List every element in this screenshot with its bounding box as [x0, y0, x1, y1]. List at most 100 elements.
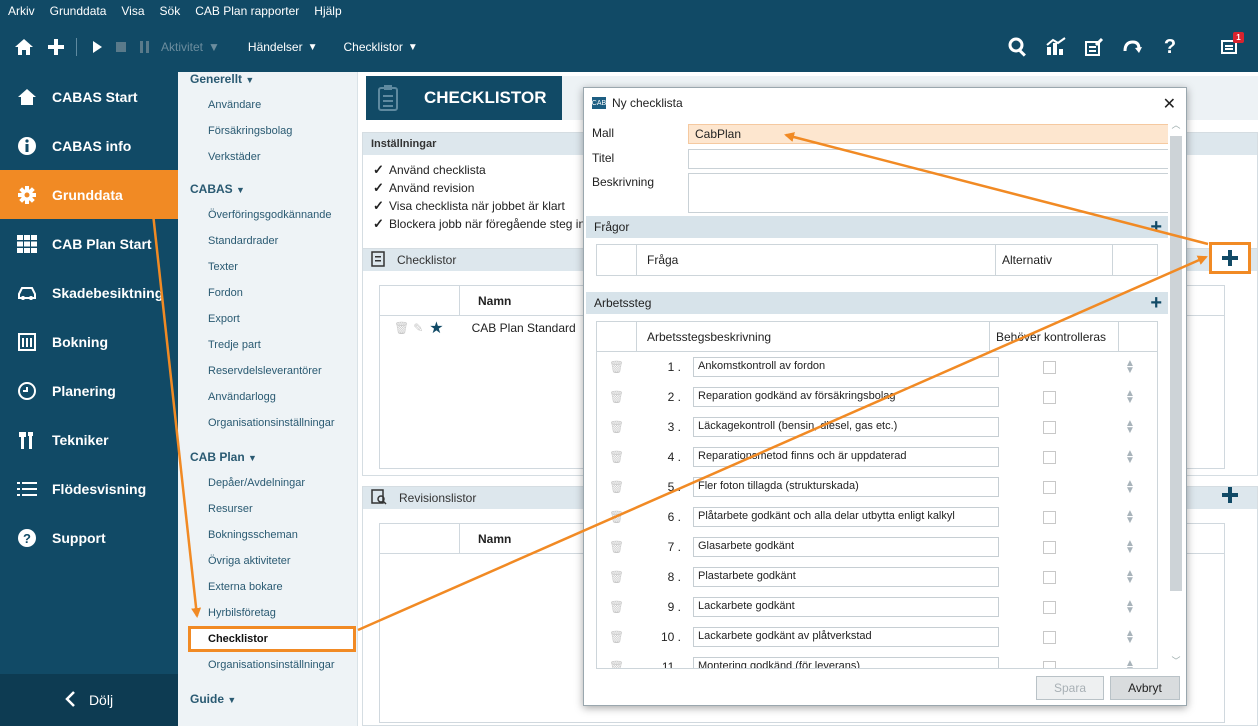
edit-document-icon[interactable]: [1082, 35, 1106, 59]
nav-item-cabas-info[interactable]: CABAS info: [0, 121, 178, 170]
column-header-namn[interactable]: Namn: [478, 294, 511, 308]
nav-item-flodesvisning[interactable]: Flödesvisning: [0, 464, 178, 513]
nav-item-planering[interactable]: Planering: [0, 366, 178, 415]
setting-anvand-revision[interactable]: ✓ Använd revision: [373, 179, 585, 197]
trash-icon[interactable]: 🗑: [394, 321, 409, 335]
step-row[interactable]: 🗑 9 . Lackarbete godkänt ▲ ▼: [597, 592, 1157, 622]
step-text-field[interactable]: Plastarbete godkänt: [693, 567, 999, 587]
sort-arrows-icon[interactable]: ▲▼: [1125, 479, 1135, 496]
submenu-item-checklistor[interactable]: Checklistor: [188, 626, 356, 652]
sort-arrows-icon[interactable]: ▲▼: [1125, 419, 1135, 436]
help-icon[interactable]: ?: [1158, 35, 1182, 59]
setting-blockera-jobb[interactable]: ✓ Blockera jobb när föregående steg in: [373, 215, 585, 233]
submenu-item-forsakringsbolag[interactable]: Försäkringsbolag: [178, 118, 358, 144]
sort-arrows-icon[interactable]: ▲▼: [1125, 509, 1135, 526]
column-header-fraga[interactable]: Fråga: [647, 253, 995, 267]
nav-item-tekniker[interactable]: Tekniker: [0, 415, 178, 464]
menu-grunddata[interactable]: Grunddata: [50, 4, 107, 18]
step-row[interactable]: 🗑 6 . Plåtarbete godkänt och alla delar ut…: [597, 502, 1157, 532]
sort-arrows-icon[interactable]: ▲▼: [1125, 449, 1135, 466]
column-header-namn[interactable]: Namn: [478, 532, 511, 546]
star-icon[interactable]: ★: [429, 318, 443, 338]
trash-icon[interactable]: 🗑: [609, 480, 625, 494]
home-icon[interactable]: [12, 35, 36, 59]
submenu-item-fordon[interactable]: Fordon: [178, 280, 358, 306]
menu-cab-plan-rapporter[interactable]: CAB Plan rapporter: [195, 4, 299, 18]
dialog-scrollbar[interactable]: ︿ ﹀: [1168, 118, 1184, 670]
step-text-field[interactable]: Ankomstkontroll av fordon: [693, 357, 999, 377]
submenu-item-export[interactable]: Export: [178, 306, 358, 332]
checklistor-dropdown[interactable]: Checklistor ▼: [344, 40, 418, 54]
step-row[interactable]: 🗑 7 . Glasarbete godkänt ▲ ▼: [597, 532, 1157, 562]
step-row[interactable]: 🗑 1 . Ankomstkontroll av fordon ▲ ▼: [597, 352, 1157, 382]
add-icon[interactable]: [44, 35, 68, 59]
add-checklist-button[interactable]: [1209, 242, 1251, 274]
step-row[interactable]: 🗑 4 . Reparationsmetod finns och är uppdat…: [597, 442, 1157, 472]
step-row[interactable]: 🗑 5 . Fler foton tillagda (strukturskada) ▲…: [597, 472, 1157, 502]
mall-field[interactable]: CabPlan: [688, 124, 1170, 144]
step-row[interactable]: 🗑 11 . Montering godkänd (för leverans) ▲▼: [597, 652, 1157, 669]
step-text-field[interactable]: Montering godkänd (för leverans): [693, 657, 999, 668]
nav-item-support[interactable]: ? Support: [0, 513, 178, 562]
sort-arrows-icon[interactable]: ▲▼: [1125, 659, 1135, 669]
titel-field[interactable]: [688, 149, 1170, 169]
trash-icon[interactable]: 🗑: [609, 600, 625, 614]
play-icon[interactable]: [85, 35, 109, 59]
step-text-field[interactable]: Läckagekontroll (bensin, diesel, gas etc…: [693, 417, 999, 437]
setting-anvand-checklista[interactable]: ✓ Använd checklista: [373, 161, 585, 179]
step-text-field[interactable]: Lackarbete godkänt: [693, 597, 999, 617]
submenu-item-standardrader[interactable]: Standardrader: [178, 228, 358, 254]
trash-icon[interactable]: 🗑: [609, 510, 625, 524]
sort-arrows-icon[interactable]: ▲▼: [1125, 569, 1135, 586]
submenu-item-organisationsinstallningar-cabplan[interactable]: Organisationsinställningar: [178, 652, 358, 678]
sort-arrows-icon[interactable]: ▲▼: [1125, 359, 1135, 376]
close-icon[interactable]: ✕: [1163, 94, 1176, 114]
sort-arrows-icon[interactable]: ▲▼: [1125, 599, 1135, 616]
trash-icon[interactable]: 🗑: [609, 450, 625, 464]
statistics-icon[interactable]: [1044, 35, 1068, 59]
aktivitet-dropdown[interactable]: Aktivitet ▼: [161, 40, 220, 54]
submenu-heading-cabas[interactable]: CABAS ▼: [178, 182, 245, 196]
menu-sok[interactable]: Sök: [160, 4, 181, 18]
needs-check-checkbox[interactable]: [1043, 660, 1056, 668]
trash-icon[interactable]: 🗑: [609, 570, 625, 584]
sort-arrows-icon[interactable]: ▲▼: [1125, 539, 1135, 556]
scroll-up-icon[interactable]: ︿: [1168, 118, 1184, 134]
submenu-heading-cab-plan[interactable]: CAB Plan ▼: [178, 450, 257, 464]
menu-visa[interactable]: Visa: [121, 4, 144, 18]
needs-check-checkbox[interactable]: [1043, 540, 1056, 554]
needs-check-checkbox[interactable]: [1043, 600, 1056, 614]
submenu-item-ovriga-aktiviteter[interactable]: Övriga aktiviteter: [178, 548, 358, 574]
nav-item-cabas-start[interactable]: CABAS Start: [0, 72, 178, 121]
add-revision-button[interactable]: [1222, 487, 1240, 505]
trash-icon[interactable]: 🗑: [609, 540, 625, 554]
submenu-item-reservdelsleverantorer[interactable]: Reservdelsleverantörer: [178, 358, 358, 384]
save-button[interactable]: Spara: [1036, 676, 1104, 700]
notification-icon[interactable]: 1: [1218, 32, 1244, 59]
step-row[interactable]: 🗑 8 . Plastarbete godkänt ▲ ▼: [597, 562, 1157, 592]
nav-item-bokning[interactable]: Bokning: [0, 317, 178, 366]
step-row[interactable]: 🗑 10 . Lackarbete godkänt av plåtverkstad ▲…: [597, 622, 1157, 652]
needs-check-checkbox[interactable]: [1043, 420, 1056, 434]
setting-visa-checklista[interactable]: ✓ Visa checklista när jobbet är klart: [373, 197, 585, 215]
trash-icon[interactable]: 🗑: [609, 660, 625, 668]
submenu-heading-guide[interactable]: Guide ▼: [178, 692, 236, 706]
menu-arkiv[interactable]: Arkiv: [8, 4, 35, 18]
submenu-item-bokningsscheman[interactable]: Bokningsscheman: [178, 522, 358, 548]
cancel-button[interactable]: Avbryt: [1110, 676, 1180, 700]
step-text-field[interactable]: Reparationsmetod finns och är uppdaterad: [693, 447, 999, 467]
hide-sidebar-button[interactable]: Dölj: [0, 674, 178, 726]
needs-check-checkbox[interactable]: [1043, 450, 1056, 464]
submenu-item-depaer[interactable]: Depåer/Avdelningar: [178, 470, 358, 496]
add-step-icon[interactable]: +: [1150, 293, 1162, 313]
submenu-item-tredje-part[interactable]: Tredje part: [178, 332, 358, 358]
needs-check-checkbox[interactable]: [1043, 510, 1056, 524]
step-text-field[interactable]: Glasarbete godkänt: [693, 537, 999, 557]
needs-check-checkbox[interactable]: [1043, 570, 1056, 584]
step-text-field[interactable]: Lackarbete godkänt av plåtverkstad: [693, 627, 999, 647]
submenu-item-anvandarlogg[interactable]: Användarlogg: [178, 384, 358, 410]
beskrivning-field[interactable]: [688, 173, 1170, 213]
step-text-field[interactable]: Fler foton tillagda (strukturskada): [693, 477, 999, 497]
menu-hjalp[interactable]: Hjälp: [314, 4, 341, 18]
pencil-icon[interactable]: ✎: [413, 321, 423, 335]
